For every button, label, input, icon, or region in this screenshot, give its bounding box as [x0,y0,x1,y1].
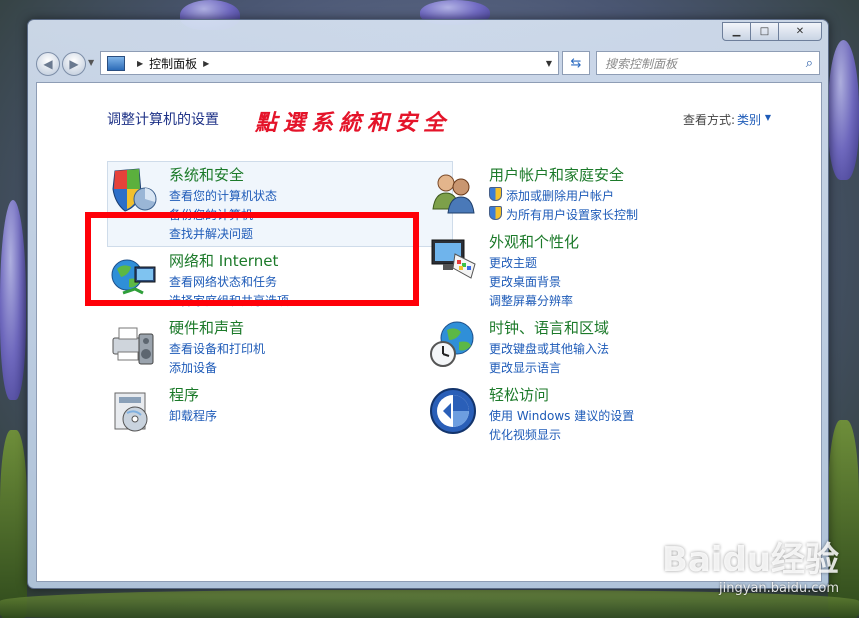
link-text[interactable]: 添加或删除用户帐户 [506,189,614,203]
link-text[interactable]: 为所有用户设置家长控制 [506,208,638,222]
close-icon: ✕ [795,26,805,37]
annotation-text: 點選系統和安全 [255,110,452,136]
users-icon [429,167,477,215]
link-display-language[interactable]: 更改显示语言 [489,359,561,376]
window-controls: ▁ □ ✕ [722,22,822,41]
search-icon[interactable]: ⌕ [806,56,813,71]
breadcrumb-arrow-icon[interactable]: ▶ [137,59,143,68]
link-parental-controls[interactable]: 为所有用户设置家长控制 [489,206,638,223]
refresh-icon: ⇆ [570,55,582,71]
monitor-palette-icon [429,234,477,282]
recent-pages-dropdown[interactable]: ▼ [88,58,94,67]
back-button[interactable]: ◀ [36,52,60,76]
annotation-red-box [85,212,419,306]
watermark: Baidu经验 jingyan.baidu.com [662,532,839,596]
baidu-logo: Baidu经验 [661,540,839,580]
minimize-icon: ▁ [732,26,741,37]
printer-speaker-icon [109,320,157,368]
forward-arrow-icon: ▶ [69,57,79,71]
shield-pie-icon [109,167,157,215]
link-optimize-video[interactable]: 优化视频显示 [489,426,561,443]
back-arrow-icon: ◀ [43,57,53,71]
link-add-device[interactable]: 添加设备 [169,359,217,376]
link-devices-printers[interactable]: 查看设备和打印机 [169,340,265,357]
program-disc-icon [109,387,157,435]
category-title[interactable]: 程序 [169,384,199,405]
uac-shield-icon [489,187,502,201]
category-title[interactable]: 时钟、语言和区域 [489,317,609,338]
control-panel-window: ▁ □ ✕ ◀ ▶ ▼ ▶ 控制面板 ▶ ▼ ⇆ 搜索控制面板 ⌕ 调整计算机的… [27,19,829,589]
close-button[interactable]: ✕ [778,22,822,41]
link-uninstall-program[interactable]: 卸载程序 [169,407,217,424]
category-title[interactable]: 硬件和声音 [169,317,244,338]
link-change-theme[interactable]: 更改主题 [489,254,537,271]
navigation-bar: ◀ ▶ ▼ ▶ 控制面板 ▶ ▼ ⇆ 搜索控制面板 ⌕ [36,50,820,76]
link-view-computer-status[interactable]: 查看您的计算机状态 [169,187,277,204]
link-add-remove-accounts[interactable]: 添加或删除用户帐户 [489,187,614,204]
maximize-button[interactable]: □ [750,22,779,41]
link-keyboard-input[interactable]: 更改键盘或其他输入法 [489,340,609,357]
category-title[interactable]: 外观和个性化 [489,231,579,252]
link-screen-resolution[interactable]: 调整屏幕分辨率 [489,292,573,309]
background-grass [0,430,27,618]
background-flower [0,200,26,400]
refresh-button[interactable]: ⇆ [562,51,590,75]
breadcrumb-arrow-icon[interactable]: ▶ [203,59,209,68]
watermark-url: jingyan.baidu.com [719,581,839,596]
link-desktop-background[interactable]: 更改桌面背景 [489,273,561,290]
view-by-label: 查看方式: [682,113,735,127]
category-title[interactable]: 轻松访问 [489,384,549,405]
search-input[interactable]: 搜索控制面板 [597,55,677,72]
view-by-dropdown-icon[interactable]: ▼ [765,113,771,122]
ease-of-access-icon [429,387,477,435]
breadcrumb-control-panel[interactable]: 控制面板 [149,55,197,72]
address-bar[interactable]: ▶ 控制面板 ▶ ▼ [100,51,559,75]
content-pane: 调整计算机的设置 點選系統和安全 查看方式: 类别 ▼ 系统和安全 查看您的计算… [36,82,822,582]
background-flower [828,40,859,180]
category-title[interactable]: 系统和安全 [169,164,244,185]
control-panel-icon [107,55,125,71]
link-windows-recommended-settings[interactable]: 使用 Windows 建议的设置 [489,407,634,424]
search-box[interactable]: 搜索控制面板 ⌕ [596,51,820,75]
uac-shield-icon [489,206,502,220]
forward-button[interactable]: ▶ [62,52,86,76]
address-dropdown-icon[interactable]: ▼ [546,59,552,68]
view-by-dropdown[interactable]: 类别 [737,111,761,128]
maximize-icon: □ [759,26,770,37]
category-title[interactable]: 用户帐户和家庭安全 [489,164,624,185]
minimize-button[interactable]: ▁ [722,22,751,41]
clock-globe-icon [429,320,477,368]
page-title: 调整计算机的设置 [107,112,219,128]
